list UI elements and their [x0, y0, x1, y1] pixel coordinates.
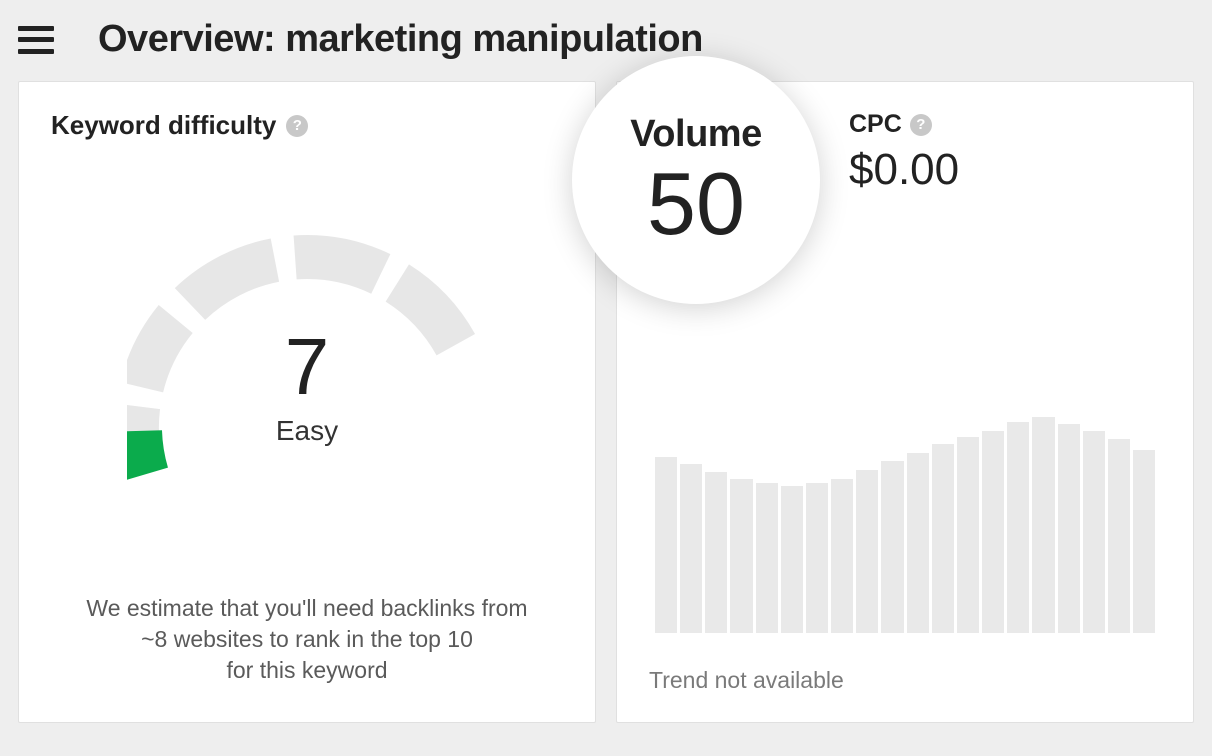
- trend-bar: [1083, 431, 1105, 633]
- trend-bar: [1108, 439, 1130, 633]
- trend-bar: [655, 457, 677, 633]
- trend-bar: [856, 470, 878, 633]
- trend-bar: [781, 486, 803, 633]
- trend-caption: Trend not available: [649, 667, 1161, 694]
- volume-label: Volume: [630, 113, 761, 156]
- trend-bar: [957, 437, 979, 633]
- trend-bar: [831, 479, 853, 633]
- cpc-metric: CPC ? $0.00: [849, 110, 959, 195]
- trend-chart: [649, 413, 1161, 633]
- help-icon[interactable]: ?: [910, 114, 932, 136]
- volume-callout: Volume 50: [572, 56, 820, 304]
- help-icon[interactable]: ?: [286, 115, 308, 137]
- trend-bar: [1007, 422, 1029, 633]
- trend-bar: [932, 444, 954, 633]
- trend-bar: [806, 483, 828, 633]
- trend-bar: [680, 464, 702, 633]
- trend-bar: [1058, 424, 1080, 633]
- trend-bar: [756, 483, 778, 633]
- keyword-difficulty-card: Keyword difficulty ?: [18, 81, 596, 723]
- difficulty-value: 7: [285, 327, 330, 407]
- difficulty-description: We estimate that you'll need backlinks f…: [51, 593, 563, 694]
- trend-bar: [1032, 417, 1054, 633]
- menu-icon[interactable]: [18, 26, 54, 54]
- trend-bar: [881, 461, 903, 633]
- trend-bar: [705, 472, 727, 633]
- difficulty-rating: Easy: [276, 415, 338, 447]
- page-title: Overview: marketing manipulation: [98, 18, 703, 61]
- trend-bar: [1133, 450, 1155, 633]
- keyword-difficulty-title: Keyword difficulty: [51, 110, 276, 141]
- volume-value: 50: [647, 160, 745, 248]
- trend-bar: [907, 453, 929, 633]
- cpc-value: $0.00: [849, 145, 959, 195]
- difficulty-gauge: 7 Easy: [51, 141, 563, 593]
- header: Overview: marketing manipulation: [0, 0, 1212, 71]
- trend-bar: [982, 431, 1004, 633]
- cpc-label: CPC: [849, 110, 902, 139]
- trend-bar: [730, 479, 752, 633]
